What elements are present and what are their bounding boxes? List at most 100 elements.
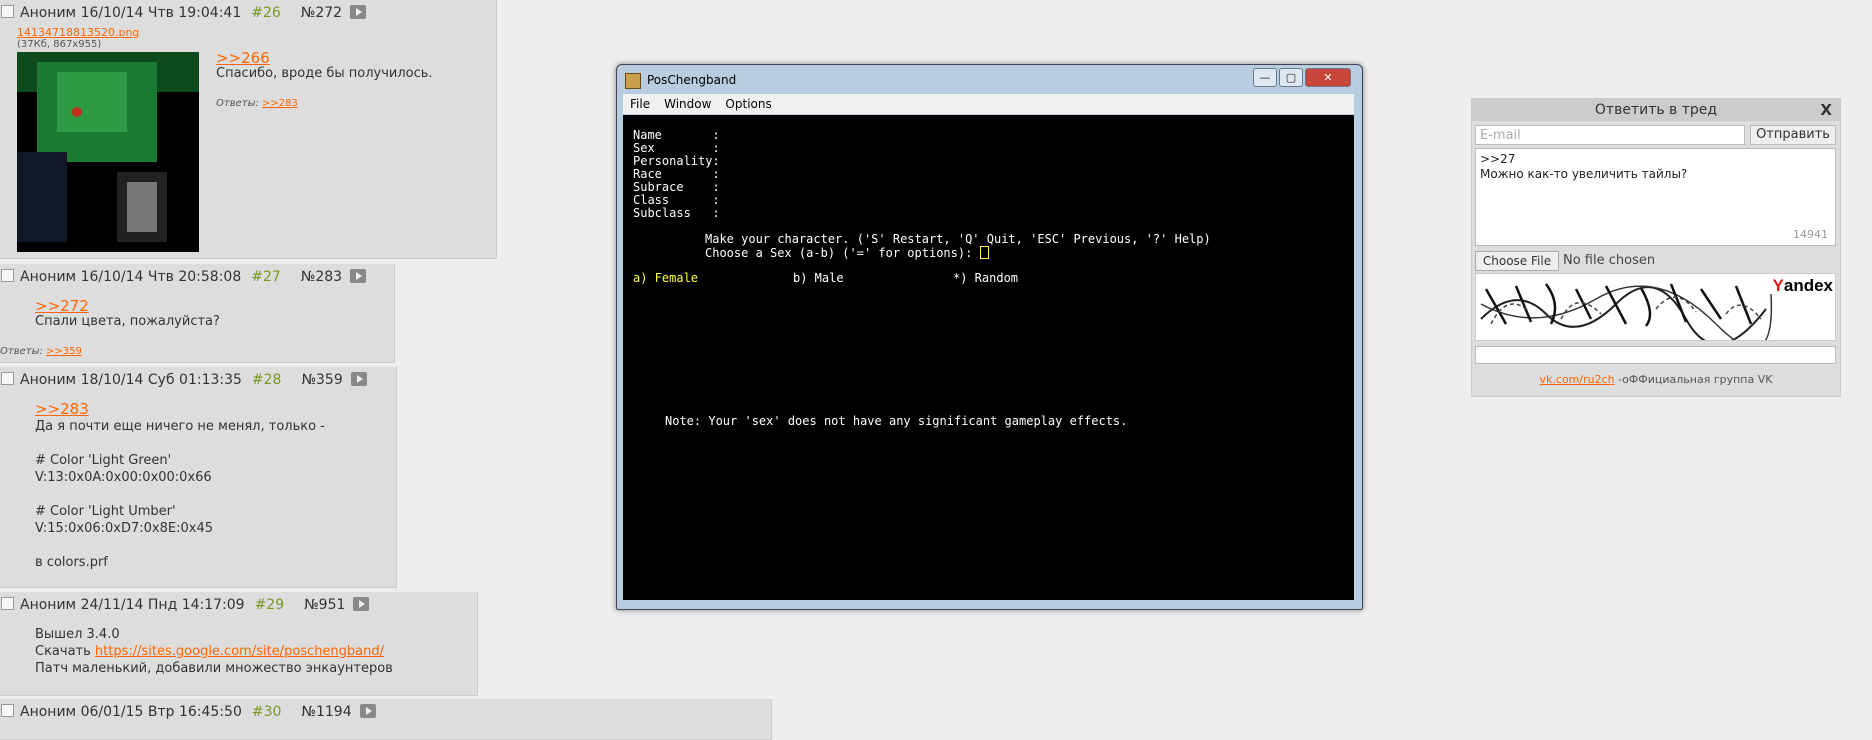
post-number[interactable]: #26 bbox=[251, 5, 281, 21]
post-date: 16/10/14 Чтв 20:58:08 bbox=[80, 269, 242, 285]
reply-ref-link[interactable]: >>266 bbox=[216, 49, 270, 67]
answer-link[interactable]: >>359 bbox=[46, 346, 82, 357]
file-meta: (37Кб, 867x955) bbox=[17, 39, 102, 50]
post-date: 18/10/14 Суб 01:13:35 bbox=[80, 372, 242, 388]
vk-group-caption: -оФФициальная группа VK bbox=[1614, 373, 1773, 386]
post-message: Да я почти еще ничего не менял, только -… bbox=[35, 419, 325, 570]
game-window[interactable]: PosChengband — ▢ ✕ File Window Options Nam… bbox=[616, 64, 1363, 610]
terminal-screen[interactable]: Name : Sex : Personality: Race : Subrace… bbox=[623, 115, 1354, 600]
post-select-checkbox[interactable] bbox=[1, 704, 14, 717]
captcha-input[interactable] bbox=[1475, 346, 1836, 364]
option-male[interactable]: b) Male bbox=[793, 272, 844, 285]
prompt-make-character: Make your character. ('S' Restart, 'Q' Q… bbox=[705, 232, 1211, 246]
captcha-image: Yandex bbox=[1475, 273, 1836, 341]
post-select-checkbox[interactable] bbox=[1, 5, 14, 18]
answer-link[interactable]: >>283 bbox=[262, 98, 298, 109]
post-author: Аноним bbox=[20, 704, 77, 720]
post-header: Аноним 16/10/14 Чтв 20:58:08 #27 №283 bbox=[0, 269, 367, 287]
download-label: Скачать bbox=[35, 644, 95, 659]
reply-ref[interactable]: >>283 bbox=[35, 400, 89, 418]
post-select-checkbox[interactable] bbox=[1, 597, 14, 610]
vk-group-link[interactable]: vk.com/ru2ch bbox=[1540, 373, 1615, 386]
yandex-logo-rest: andex bbox=[1783, 276, 1833, 295]
option-random[interactable]: *) Random bbox=[953, 272, 1018, 285]
post-id[interactable]: №951 bbox=[304, 597, 345, 613]
post-menu-arrow-icon[interactable] bbox=[359, 704, 376, 718]
post-number[interactable]: #27 bbox=[251, 269, 281, 285]
option-female[interactable]: a) Female bbox=[633, 272, 698, 285]
menu-window[interactable]: Window bbox=[657, 94, 718, 114]
minimize-button[interactable]: — bbox=[1253, 68, 1277, 87]
post-header: Аноним 16/10/14 Чтв 19:04:41 #26 №272 bbox=[0, 5, 367, 23]
post-line-2: Скачать https://sites.google.com/site/po… bbox=[35, 644, 384, 659]
post-number[interactable]: #30 bbox=[252, 704, 282, 720]
close-form-button[interactable]: X bbox=[1820, 99, 1832, 121]
answers-label: Ответы: bbox=[216, 98, 259, 109]
post-answers: Ответы: >>283 bbox=[216, 98, 298, 109]
post-line-1: Вышел 3.4.0 bbox=[35, 627, 120, 642]
note-text: Note: Your 'sex' does not have any signi… bbox=[665, 414, 1128, 428]
post-date: 06/01/15 Втр 16:45:50 bbox=[80, 704, 242, 720]
post-header: Аноним 06/01/15 Втр 16:45:50 #30 №1194 bbox=[0, 704, 376, 722]
post-header: Аноним 18/10/14 Суб 01:13:35 #28 №359 bbox=[0, 372, 367, 390]
answers-label: Ответы: bbox=[0, 346, 43, 357]
post-message: Спасибо, вроде бы получилось. bbox=[216, 66, 433, 81]
yandex-logo-first-letter: Y bbox=[1772, 276, 1784, 295]
reply-form-title: Ответить в тред bbox=[1594, 102, 1718, 118]
app-icon bbox=[625, 73, 641, 89]
post-menu-arrow-icon[interactable] bbox=[350, 372, 367, 386]
message-textarea[interactable]: >>27 Можно как-то увеличить тайлы? 14941 bbox=[1475, 148, 1836, 246]
reply-form-footer: vk.com/ru2ch -оФФициальная группа VK bbox=[1472, 373, 1840, 386]
post-359: Аноним 18/10/14 Суб 01:13:35 #28 №359 >>28… bbox=[0, 367, 397, 588]
reply-ref-link[interactable]: >>283 bbox=[35, 400, 89, 418]
choose-file-button[interactable]: Choose File bbox=[1475, 251, 1559, 271]
menu-options[interactable]: Options bbox=[718, 94, 778, 114]
email-field[interactable]: E-mail bbox=[1475, 125, 1745, 145]
post-menu-arrow-icon[interactable] bbox=[353, 597, 370, 611]
post-272: Аноним 16/10/14 Чтв 19:04:41 #26 №272 1413… bbox=[0, 0, 497, 259]
reply-ref-link[interactable]: >>272 bbox=[35, 297, 89, 315]
menu-bar: File Window Options bbox=[623, 94, 1354, 114]
post-select-checkbox[interactable] bbox=[1, 372, 14, 385]
post-header: Аноним 24/11/14 Пнд 14:17:09 #29 №951 bbox=[0, 597, 370, 615]
reply-form-header[interactable]: Ответить в тред X bbox=[1472, 99, 1840, 121]
post-image-thumbnail[interactable] bbox=[17, 52, 199, 252]
prompt-choose-sex: Choose a Sex (a-b) ('=' for options): bbox=[705, 246, 989, 260]
reply-ref[interactable]: >>272 bbox=[35, 297, 89, 315]
reply-form: Ответить в тред X E-mail Отправить >>27 … bbox=[1471, 98, 1841, 397]
char-counter: 14941 bbox=[1793, 228, 1828, 241]
send-button[interactable]: Отправить bbox=[1750, 125, 1836, 145]
post-answers: Ответы: >>359 bbox=[0, 346, 82, 357]
post-author: Аноним bbox=[20, 269, 77, 285]
post-message: Спали цвета, пожалуйста? bbox=[35, 314, 220, 329]
post-date: 16/10/14 Чтв 19:04:41 bbox=[80, 5, 242, 21]
post-283: Аноним 16/10/14 Чтв 20:58:08 #27 №283 >>27… bbox=[0, 264, 395, 363]
field-subclass: Subclass : bbox=[633, 206, 720, 220]
prompt-choose-sex-text: Choose a Sex (a-b) ('=' for options): bbox=[705, 246, 980, 260]
post-date: 24/11/14 Пнд 14:17:09 bbox=[80, 597, 245, 613]
download-link[interactable]: https://sites.google.com/site/poschengba… bbox=[95, 644, 384, 659]
reply-ref[interactable]: >>266 bbox=[216, 49, 270, 67]
post-id[interactable]: №359 bbox=[301, 372, 342, 388]
post-id[interactable]: №283 bbox=[301, 269, 342, 285]
maximize-button[interactable]: ▢ bbox=[1279, 68, 1303, 87]
close-button[interactable]: ✕ bbox=[1305, 68, 1351, 87]
post-line-3: Патч маленький, добавили множество энкау… bbox=[35, 661, 393, 676]
post-menu-arrow-icon[interactable] bbox=[350, 5, 367, 19]
post-number[interactable]: #29 bbox=[255, 597, 285, 613]
yandex-logo: Yandex bbox=[1773, 276, 1833, 296]
message-text: >>27 Можно как-то увеличить тайлы? bbox=[1480, 152, 1688, 181]
file-link[interactable]: 14134718813520.png bbox=[17, 26, 139, 39]
file-name[interactable]: 14134718813520.png bbox=[17, 26, 139, 39]
post-number[interactable]: #28 bbox=[252, 372, 282, 388]
post-author: Аноним bbox=[20, 597, 77, 613]
post-menu-arrow-icon[interactable] bbox=[350, 269, 367, 283]
file-status: No file chosen bbox=[1563, 253, 1656, 268]
menu-file[interactable]: File bbox=[623, 94, 657, 114]
post-author: Аноним bbox=[20, 372, 77, 388]
text-cursor bbox=[979, 246, 989, 259]
post-id[interactable]: №1194 bbox=[301, 704, 351, 720]
post-author: Аноним bbox=[20, 5, 77, 21]
post-id[interactable]: №272 bbox=[301, 5, 342, 21]
post-select-checkbox[interactable] bbox=[1, 269, 14, 282]
